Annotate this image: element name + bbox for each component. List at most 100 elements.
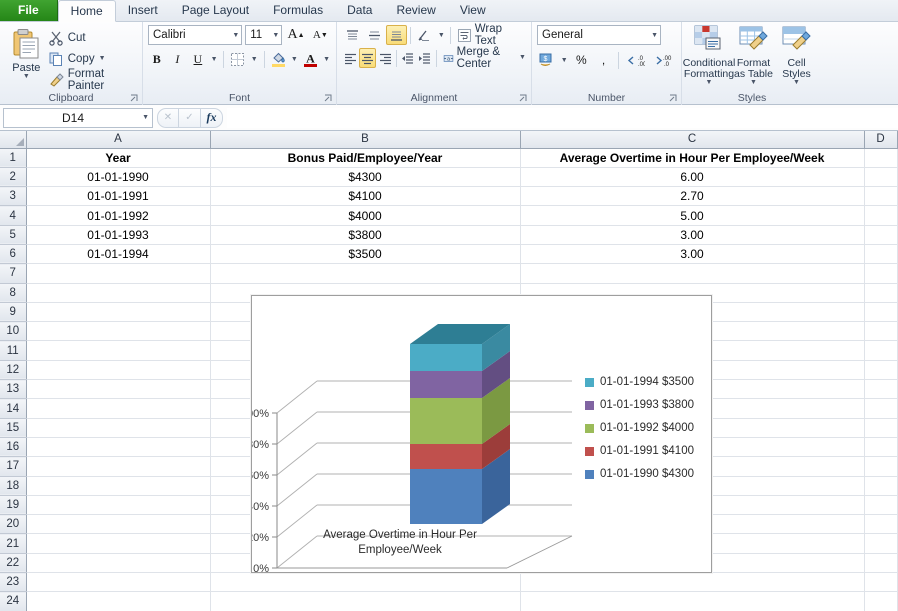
row-header-15[interactable]: 15 xyxy=(0,418,27,438)
cell-a22[interactable] xyxy=(26,553,211,574)
cell-d8[interactable] xyxy=(864,283,898,303)
chevron-down-icon[interactable]: ▼ xyxy=(23,73,30,80)
cell-d23[interactable] xyxy=(864,572,898,593)
cell-d17[interactable] xyxy=(864,456,898,477)
cell-d5[interactable] xyxy=(864,225,898,245)
font-dialog-launcher[interactable] xyxy=(324,94,333,103)
shrink-font-button[interactable]: A ▼ xyxy=(310,25,331,45)
row-header-12[interactable]: 12 xyxy=(0,360,27,381)
tab-view[interactable]: View xyxy=(448,0,498,21)
cell-d19[interactable] xyxy=(864,495,898,516)
row-header-20[interactable]: 20 xyxy=(0,514,27,535)
legend-item-1992[interactable]: 01-01-1992 $4000 xyxy=(585,422,694,434)
column-header-b[interactable]: B xyxy=(210,131,521,149)
tab-formulas[interactable]: Formulas xyxy=(261,0,335,21)
font-size-combo[interactable]: 11 ▼ xyxy=(245,25,283,45)
cell-d14[interactable] xyxy=(864,398,898,419)
alignment-dialog-launcher[interactable] xyxy=(519,94,528,103)
underline-button[interactable]: U xyxy=(189,49,207,69)
align-left-button[interactable] xyxy=(342,48,358,68)
orientation-button[interactable] xyxy=(414,25,435,45)
increase-indent-button[interactable] xyxy=(417,48,433,68)
tab-data[interactable]: Data xyxy=(335,0,384,21)
cell-a19[interactable] xyxy=(26,495,211,516)
chevron-down-icon[interactable]: ▼ xyxy=(322,49,331,69)
cell-d9[interactable] xyxy=(864,302,898,323)
enter-formula-button[interactable]: ✓ xyxy=(179,107,201,128)
cell-b3[interactable]: $4100 xyxy=(210,186,521,207)
tab-page-layout[interactable]: Page Layout xyxy=(170,0,261,21)
chevron-down-icon[interactable]: ▼ xyxy=(750,79,757,86)
cell-a1[interactable]: Year xyxy=(26,148,211,168)
row-header-2[interactable]: 2 xyxy=(0,167,27,188)
cell-c5[interactable]: 3.00 xyxy=(520,225,865,245)
row-header-13[interactable]: 13 xyxy=(0,379,27,400)
column-header-d[interactable]: D xyxy=(864,131,898,149)
tab-insert[interactable]: Insert xyxy=(116,0,170,21)
legend-item-1990[interactable]: 01-01-1990 $4300 xyxy=(585,468,694,480)
cell-d4[interactable] xyxy=(864,205,898,226)
cell-a14[interactable] xyxy=(26,398,211,419)
insert-function-button[interactable]: fx xyxy=(201,107,223,128)
cell-a11[interactable] xyxy=(26,340,211,361)
borders-button[interactable] xyxy=(229,49,247,69)
cell-d16[interactable] xyxy=(864,437,898,458)
select-all-button[interactable] xyxy=(0,131,27,149)
cell-d3[interactable] xyxy=(864,186,898,207)
row-header-7[interactable]: 7 xyxy=(0,263,27,284)
cell-a21[interactable] xyxy=(26,533,211,554)
cell-a7[interactable] xyxy=(26,263,211,284)
cancel-formula-button[interactable]: ✕ xyxy=(157,107,179,128)
row-header-14[interactable]: 14 xyxy=(0,398,27,419)
cell-d22[interactable] xyxy=(864,553,898,574)
cell-b23[interactable] xyxy=(210,572,521,593)
increase-decimal-button[interactable]: .0 .00 xyxy=(623,50,649,70)
cell-c1[interactable]: Average Overtime in Hour Per Employee/We… xyxy=(520,148,865,168)
cell-d1[interactable] xyxy=(864,148,898,168)
formula-input[interactable] xyxy=(227,107,898,128)
clipboard-dialog-launcher[interactable] xyxy=(130,94,139,103)
legend-item-1993[interactable]: 01-01-1993 $3800 xyxy=(585,399,694,411)
chevron-down-icon[interactable]: ▼ xyxy=(250,49,259,69)
name-box[interactable]: D14 ▼ xyxy=(3,107,153,128)
chevron-down-icon[interactable]: ▼ xyxy=(210,49,219,69)
cell-d24[interactable] xyxy=(864,591,898,611)
align-top-button[interactable] xyxy=(342,25,363,45)
cell-a8[interactable] xyxy=(26,283,211,303)
chevron-down-icon[interactable]: ▼ xyxy=(519,54,526,61)
row-header-3[interactable]: 3 xyxy=(0,186,27,207)
cell-a15[interactable] xyxy=(26,418,211,438)
cell-c6[interactable]: 3.00 xyxy=(520,244,865,265)
decrease-decimal-button[interactable]: .00 .0 xyxy=(650,50,676,70)
cell-b5[interactable]: $3800 xyxy=(210,225,521,245)
percent-style-button[interactable]: % xyxy=(571,50,591,70)
row-header-5[interactable]: 5 xyxy=(0,225,27,245)
cell-c4[interactable]: 5.00 xyxy=(520,205,865,226)
cell-c23[interactable] xyxy=(520,572,865,593)
chevron-down-icon[interactable]: ▼ xyxy=(559,50,569,70)
decrease-indent-button[interactable] xyxy=(400,48,416,68)
cut-button[interactable]: Cut xyxy=(48,29,137,47)
merge-center-button[interactable]: a Merge & Center ▼ xyxy=(440,46,526,70)
chevron-down-icon[interactable]: ▼ xyxy=(290,49,299,69)
tab-review[interactable]: Review xyxy=(384,0,447,21)
row-header-1[interactable]: 1 xyxy=(0,148,27,168)
row-header-24[interactable]: 24 xyxy=(0,591,27,611)
cell-c24[interactable] xyxy=(520,591,865,611)
cell-a17[interactable] xyxy=(26,456,211,477)
cell-c3[interactable]: 2.70 xyxy=(520,186,865,207)
row-header-16[interactable]: 16 xyxy=(0,437,27,458)
row-header-22[interactable]: 22 xyxy=(0,553,27,574)
cell-a24[interactable] xyxy=(26,591,211,611)
cell-d11[interactable] xyxy=(864,340,898,361)
font-color-button[interactable]: A xyxy=(302,49,320,69)
chevron-down-icon[interactable]: ▼ xyxy=(269,32,279,39)
row-header-18[interactable]: 18 xyxy=(0,476,27,496)
row-header-9[interactable]: 9 xyxy=(0,302,27,323)
cell-a12[interactable] xyxy=(26,360,211,381)
font-name-combo[interactable]: Calibri ▼ xyxy=(148,25,243,45)
tab-file[interactable]: File xyxy=(0,0,58,21)
cell-a2[interactable]: 01-01-1990 xyxy=(26,167,211,188)
cell-b24[interactable] xyxy=(210,591,521,611)
cell-a4[interactable]: 01-01-1992 xyxy=(26,205,211,226)
